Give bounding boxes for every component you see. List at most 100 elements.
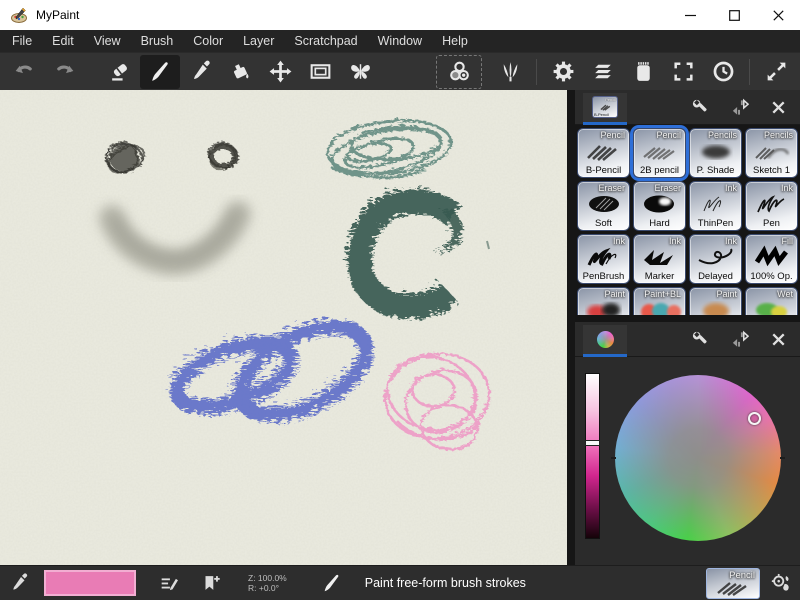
move-layer-tool-button[interactable] [260, 55, 300, 89]
layers-panel-toggle[interactable] [583, 55, 623, 89]
brush-name: Marker [634, 271, 685, 282]
menu-edit[interactable]: Edit [42, 30, 84, 52]
color-adjusters-toggle[interactable] [436, 55, 482, 89]
tool-description: Paint free-form brush strokes [365, 576, 526, 590]
menubar: File Edit View Brush Color Layer Scratch… [0, 30, 800, 52]
brush-name: Soft [578, 218, 629, 229]
current-color-swatch[interactable] [44, 570, 136, 596]
current-brush-button[interactable]: Pencil [706, 568, 760, 599]
menu-scratchpad[interactable]: Scratchpad [284, 30, 367, 52]
redo-icon [52, 59, 77, 84]
brush-preview-icon [692, 138, 740, 164]
frame-tool-button[interactable] [300, 55, 340, 89]
close-button[interactable] [756, 0, 800, 30]
brush-eraser-soft[interactable]: Eraser Soft [577, 181, 630, 231]
color-panel-dock-icon[interactable] [730, 330, 749, 349]
hue-saturation-wheel[interactable] [615, 375, 781, 541]
brush-penbrush[interactable]: Ink PenBrush [577, 234, 630, 284]
brush-name: Hard [634, 218, 685, 229]
brush-color-history-button[interactable] [770, 572, 792, 594]
brush-delayed[interactable]: Ink Delayed [689, 234, 742, 284]
statusbar-color-picker-button[interactable] [8, 572, 30, 594]
gear-icon [551, 59, 576, 84]
brush-paint-orange[interactable]: Paint [689, 287, 742, 315]
butterfly-icon [348, 59, 373, 84]
wheel-tick-left [611, 457, 616, 459]
menu-layer[interactable]: Layer [233, 30, 284, 52]
menu-file[interactable]: File [2, 30, 42, 52]
menu-color[interactable]: Color [183, 30, 233, 52]
frame-icon [308, 59, 333, 84]
symmetry-tool-button[interactable] [340, 55, 380, 89]
brush-preview-icon [748, 297, 796, 315]
menu-window[interactable]: Window [368, 30, 432, 52]
redo-button[interactable] [44, 55, 84, 89]
dock-splitter[interactable] [575, 315, 800, 322]
brush-name: PenBrush [578, 271, 629, 282]
recent-history-button[interactable] [703, 55, 743, 89]
drawing-canvas[interactable] [0, 90, 567, 565]
brush-paint-red[interactable]: Paint [577, 287, 630, 315]
flood-fill-tool-button[interactable] [220, 55, 260, 89]
brush-preview-icon [692, 244, 740, 270]
brush-panel: Pencil B-Pencil [575, 90, 800, 315]
rotation-value: R: +0.0° [248, 583, 287, 593]
brush-preview-icon [692, 191, 740, 217]
brush-fill-100-op[interactable]: Fill 100% Op. [745, 234, 798, 284]
brush-settings-editor-button[interactable] [158, 572, 180, 594]
brush-name: ThinPen [690, 218, 741, 229]
brush-paint-bl[interactable]: Paint+BL [633, 287, 686, 315]
paintbrush-icon [321, 572, 343, 594]
color-panel-settings-wrench-icon[interactable] [691, 330, 710, 349]
panel-divider[interactable] [567, 90, 575, 565]
color-panel-close-icon[interactable] [769, 330, 788, 349]
menu-view[interactable]: View [84, 30, 131, 52]
brush-wet[interactable]: Wet [745, 287, 798, 315]
fullscreen-button[interactable] [663, 55, 703, 89]
brush-pen[interactable]: Ink Pen [745, 181, 798, 231]
brush-name: B-Pencil [578, 165, 629, 176]
brush-preview-icon [580, 138, 628, 164]
brush-preview-icon [692, 297, 740, 315]
undo-icon [12, 59, 37, 84]
color-panel-tab[interactable] [583, 325, 627, 357]
brush-panel-dock-icon[interactable] [730, 98, 749, 117]
brush-panel-tab[interactable]: Pencil B-Pencil [583, 93, 627, 125]
titlebar: MyPaint [0, 0, 800, 30]
current-brush-preview-icon [710, 577, 758, 599]
window-title: MyPaint [36, 8, 79, 22]
brush-groups-toggle[interactable] [490, 55, 530, 89]
brush-panel-close-icon[interactable] [769, 98, 788, 117]
add-favorite-brush-button[interactable] [200, 572, 222, 594]
brush-eraser-hard[interactable]: Eraser Hard [633, 181, 686, 231]
color-picker-tool-button[interactable] [180, 55, 220, 89]
wheel-tick-right [780, 457, 785, 459]
brush-tab-thumbnail: Pencil B-Pencil [592, 96, 618, 118]
brush-2b-pencil[interactable]: Pencil 2B pencil [633, 128, 686, 178]
brush-thinpen[interactable]: Ink ThinPen [689, 181, 742, 231]
brush-b-pencil[interactable]: Pencil B-Pencil [577, 128, 630, 178]
freehand-brush-tool-button[interactable] [140, 55, 180, 89]
toolbar [0, 52, 800, 90]
minimize-button[interactable] [668, 0, 712, 30]
luma-slider-handle[interactable] [585, 440, 600, 446]
color-wheel-tab-icon [597, 331, 614, 348]
scratchpad-toggle[interactable] [623, 55, 663, 89]
eraser-tool-button[interactable] [100, 55, 140, 89]
preferences-button[interactable] [543, 55, 583, 89]
menu-help[interactable]: Help [432, 30, 478, 52]
undo-button[interactable] [4, 55, 44, 89]
menu-brush[interactable]: Brush [131, 30, 184, 52]
brush-p-shade[interactable]: Pencils P. Shade [689, 128, 742, 178]
expand-panels-button[interactable] [756, 55, 796, 89]
brush-grid: Pencil B-Pencil Pencil 2B pencil [575, 125, 800, 315]
maximize-button[interactable] [712, 0, 756, 30]
brush-preview-icon [748, 138, 796, 164]
color-selector-ring[interactable] [748, 412, 761, 425]
luma-slider[interactable] [585, 373, 600, 539]
brush-sketch-1[interactable]: Pencils Sketch 1 [745, 128, 798, 178]
brush-panel-settings-wrench-icon[interactable] [691, 98, 710, 117]
brush-marker[interactable]: Ink Marker [633, 234, 686, 284]
color-picker-area [575, 357, 800, 565]
brush-name: P. Shade [690, 165, 741, 176]
